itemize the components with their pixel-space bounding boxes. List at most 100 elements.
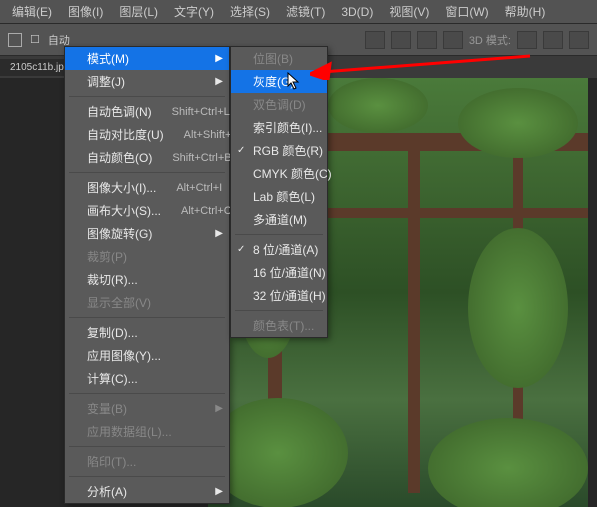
mode-lab-label: Lab 颜色(L) — [253, 188, 315, 205]
mode-8bit-label: 8 位/通道(A) — [253, 241, 318, 258]
mode-submenu: 位图(B) 灰度(G) 双色调(D) 索引颜色(I)... ✓ RGB 颜色(R… — [230, 46, 328, 338]
menu-separator — [69, 317, 225, 318]
menu-analysis[interactable]: 分析(A) ▶ — [65, 480, 229, 503]
mode-16bit[interactable]: 16 位/通道(N) — [231, 261, 327, 284]
shortcut-label: Shift+Ctrl+B — [172, 152, 231, 164]
menu-trim[interactable]: 裁切(R)... — [65, 268, 229, 291]
menu-calculations-label: 计算(C)... — [87, 370, 138, 387]
menu-auto-tone[interactable]: 自动色调(N) Shift+Ctrl+L — [65, 100, 229, 123]
check-icon: ✓ — [237, 244, 245, 255]
mode-grayscale[interactable]: 灰度(G) — [231, 70, 327, 93]
menu-select[interactable]: 选择(S) — [222, 0, 278, 24]
menu-auto-color-label: 自动颜色(O) — [87, 149, 152, 166]
mode-32bit-label: 32 位/通道(H) — [253, 287, 326, 304]
menu-adjust[interactable]: 调整(J) ▶ — [65, 70, 229, 93]
menu-trim-label: 裁切(R)... — [87, 271, 138, 288]
checkbox-auto[interactable]: ☐ — [30, 33, 40, 46]
menu-variables-label: 变量(B) — [87, 400, 127, 417]
menu-image[interactable]: 图像(I) — [60, 0, 111, 24]
tb-btn-1[interactable] — [365, 31, 385, 49]
menu-canvas-size[interactable]: 画布大小(S)... Alt+Ctrl+C — [65, 199, 229, 222]
menu-help[interactable]: 帮助(H) — [497, 0, 554, 24]
submenu-arrow-icon: ▶ — [215, 228, 223, 239]
menu-mode[interactable]: 模式(M) ▶ — [65, 47, 229, 70]
submenu-arrow-icon: ▶ — [215, 403, 223, 414]
shortcut-label: Alt+Ctrl+C — [181, 205, 232, 217]
menu-auto-tone-label: 自动色调(N) — [87, 103, 152, 120]
menu-apply-dataset: 应用数据组(L)... — [65, 420, 229, 443]
tb-btn-3[interactable] — [417, 31, 437, 49]
menu-duplicate[interactable]: 复制(D)... — [65, 321, 229, 344]
tb-btn-7[interactable] — [569, 31, 589, 49]
menu-apply-image-label: 应用图像(Y)... — [87, 347, 161, 364]
menu-separator — [69, 96, 225, 97]
menu-reveal-all: 显示全部(V) — [65, 291, 229, 314]
menu-layer[interactable]: 图层(L) — [111, 0, 166, 24]
mode-indexed-label: 索引颜色(I)... — [253, 119, 322, 136]
menu-analysis-label: 分析(A) — [87, 483, 127, 500]
menu-separator — [69, 476, 225, 477]
mode-indexed[interactable]: 索引颜色(I)... — [231, 116, 327, 139]
menu-filter[interactable]: 滤镜(T) — [278, 0, 333, 24]
menu-separator — [235, 310, 323, 311]
mode-multichannel[interactable]: 多通道(M) — [231, 208, 327, 231]
menu-canvas-size-label: 画布大小(S)... — [87, 202, 161, 219]
tb-btn-4[interactable] — [443, 31, 463, 49]
shortcut-label: Shift+Ctrl+L — [172, 106, 230, 118]
mode-bitmap-label: 位图(B) — [253, 50, 293, 67]
mode-16bit-label: 16 位/通道(N) — [253, 264, 326, 281]
crop-tool-icon[interactable] — [8, 33, 22, 47]
menu-variables: 变量(B) ▶ — [65, 397, 229, 420]
menu-trap: 陷印(T)... — [65, 450, 229, 473]
menu-edit[interactable]: 编辑(E) — [4, 0, 60, 24]
menu-auto-contrast[interactable]: 自动对比度(U) Alt+Shift+Ctrl+L — [65, 123, 229, 146]
menu-text[interactable]: 文字(Y) — [166, 0, 222, 24]
menu-separator — [235, 234, 323, 235]
menu-crop-label: 裁剪(P) — [87, 248, 127, 265]
menu-apply-dataset-label: 应用数据组(L)... — [87, 423, 172, 440]
menu-adjust-label: 调整(J) — [87, 73, 125, 90]
menubar: 编辑(E) 图像(I) 图层(L) 文字(Y) 选择(S) 滤镜(T) 3D(D… — [0, 0, 597, 24]
mode-cmyk-label: CMYK 颜色(C) — [253, 165, 332, 182]
menu-image-size-label: 图像大小(I)... — [87, 179, 156, 196]
menu-auto-color[interactable]: 自动颜色(O) Shift+Ctrl+B — [65, 146, 229, 169]
menu-window[interactable]: 窗口(W) — [437, 0, 496, 24]
mode-3d-label: 3D 模式: — [469, 32, 511, 48]
mode-rgb[interactable]: ✓ RGB 颜色(R) — [231, 139, 327, 162]
menu-separator — [69, 446, 225, 447]
menu-3d[interactable]: 3D(D) — [333, 1, 381, 23]
menu-image-rotation-label: 图像旋转(G) — [87, 225, 152, 242]
mode-grayscale-label: 灰度(G) — [253, 73, 294, 90]
mode-color-table: 颜色表(T)... — [231, 314, 327, 337]
menu-image-rotation[interactable]: 图像旋转(G) ▶ — [65, 222, 229, 245]
menu-view[interactable]: 视图(V) — [381, 0, 437, 24]
menu-calculations[interactable]: 计算(C)... — [65, 367, 229, 390]
mode-cmyk[interactable]: CMYK 颜色(C) — [231, 162, 327, 185]
mode-duotone: 双色调(D) — [231, 93, 327, 116]
mode-rgb-label: RGB 颜色(R) — [253, 142, 323, 159]
menu-separator — [69, 172, 225, 173]
menu-crop: 裁剪(P) — [65, 245, 229, 268]
tb-btn-6[interactable] — [543, 31, 563, 49]
mode-multichannel-label: 多通道(M) — [253, 211, 307, 228]
menu-duplicate-label: 复制(D)... — [87, 324, 138, 341]
submenu-arrow-icon: ▶ — [215, 53, 223, 64]
tb-btn-2[interactable] — [391, 31, 411, 49]
menu-trap-label: 陷印(T)... — [87, 453, 136, 470]
submenu-arrow-icon: ▶ — [215, 486, 223, 497]
mode-color-table-label: 颜色表(T)... — [253, 317, 314, 334]
shortcut-label: Alt+Ctrl+I — [176, 182, 222, 194]
mode-8bit[interactable]: ✓ 8 位/通道(A) — [231, 238, 327, 261]
menu-image-size[interactable]: 图像大小(I)... Alt+Ctrl+I — [65, 176, 229, 199]
image-menu-dropdown: 模式(M) ▶ 调整(J) ▶ 自动色调(N) Shift+Ctrl+L 自动对… — [64, 46, 230, 504]
menu-apply-image[interactable]: 应用图像(Y)... — [65, 344, 229, 367]
check-icon: ✓ — [237, 145, 245, 156]
tb-btn-5[interactable] — [517, 31, 537, 49]
menu-separator — [69, 393, 225, 394]
menu-auto-contrast-label: 自动对比度(U) — [87, 126, 164, 143]
menu-mode-label: 模式(M) — [87, 50, 129, 67]
mode-32bit[interactable]: 32 位/通道(H) — [231, 284, 327, 307]
mode-bitmap: 位图(B) — [231, 47, 327, 70]
mode-lab[interactable]: Lab 颜色(L) — [231, 185, 327, 208]
mode-duotone-label: 双色调(D) — [253, 96, 306, 113]
